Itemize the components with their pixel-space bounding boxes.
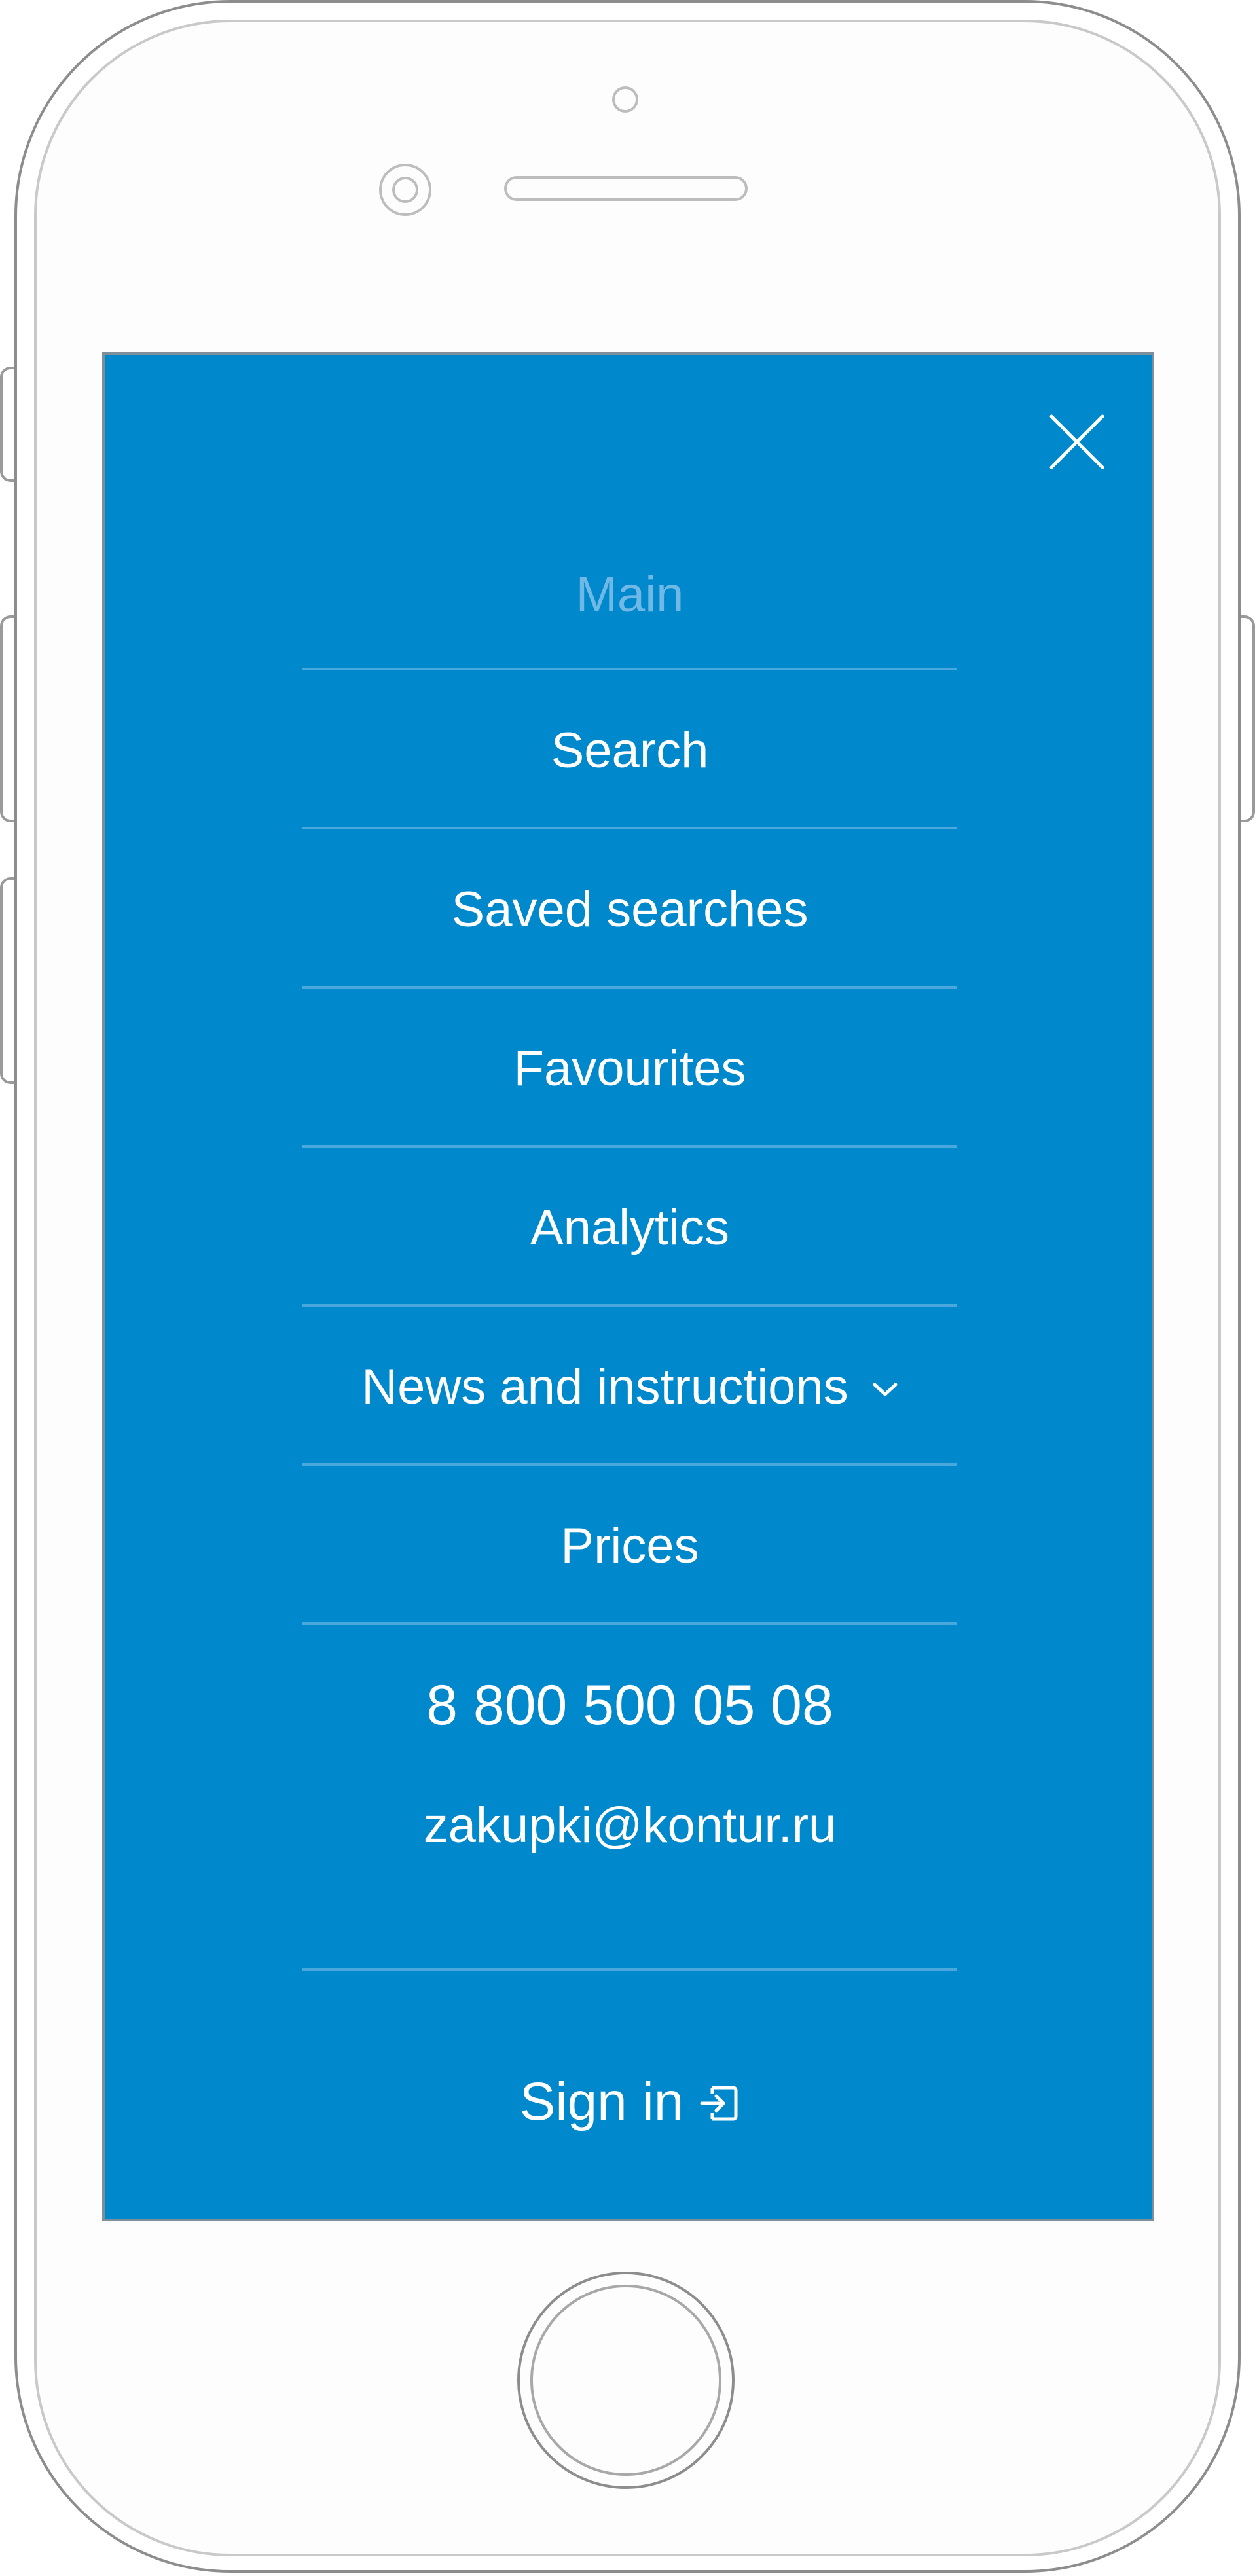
- menu-item-label: Analytics: [530, 1199, 730, 1256]
- menu-item-search[interactable]: Search: [302, 670, 957, 829]
- front-camera: [379, 164, 431, 216]
- menu-item-main: Main: [302, 518, 957, 670]
- main-navigation-menu: Main Search Saved searches Favourites An…: [302, 518, 957, 1625]
- close-button[interactable]: [1048, 412, 1106, 471]
- menu-item-label: Search: [551, 722, 709, 778]
- mute-switch: [0, 367, 14, 482]
- chevron-down-icon: [873, 1383, 898, 1396]
- navigation-menu-screen: Main Search Saved searches Favourites An…: [102, 352, 1154, 2221]
- sign-in-label: Sign in: [519, 2072, 684, 2132]
- menu-item-analytics[interactable]: Analytics: [302, 1148, 957, 1307]
- menu-item-label: Prices: [560, 1517, 699, 1574]
- home-button: [517, 2272, 735, 2489]
- menu-item-favourites[interactable]: Favourites: [302, 989, 957, 1148]
- close-icon: [1049, 414, 1104, 469]
- menu-item-label: Favourites: [513, 1040, 746, 1097]
- divider: [302, 1968, 957, 1971]
- sign-in-icon: [700, 2086, 738, 2121]
- menu-item-prices[interactable]: Prices: [302, 1466, 957, 1625]
- sign-in-button[interactable]: Sign in: [302, 2075, 957, 2129]
- menu-item-label: News and instructions: [361, 1358, 848, 1415]
- menu-item-news-and-instructions[interactable]: News and instructions: [302, 1307, 957, 1466]
- menu-item-label: Saved searches: [451, 881, 809, 937]
- menu-item-label: Main: [575, 567, 684, 623]
- volume-up-button: [0, 615, 14, 822]
- email-link[interactable]: zakupki@kontur.ru: [302, 1801, 957, 1851]
- proximity-sensor: [612, 86, 638, 113]
- phone-number-link[interactable]: 8 800 500 05 08: [302, 1677, 957, 1733]
- earpiece-speaker: [504, 176, 748, 201]
- power-button: [1241, 615, 1255, 822]
- menu-item-saved-searches[interactable]: Saved searches: [302, 829, 957, 989]
- volume-down-button: [0, 877, 14, 1084]
